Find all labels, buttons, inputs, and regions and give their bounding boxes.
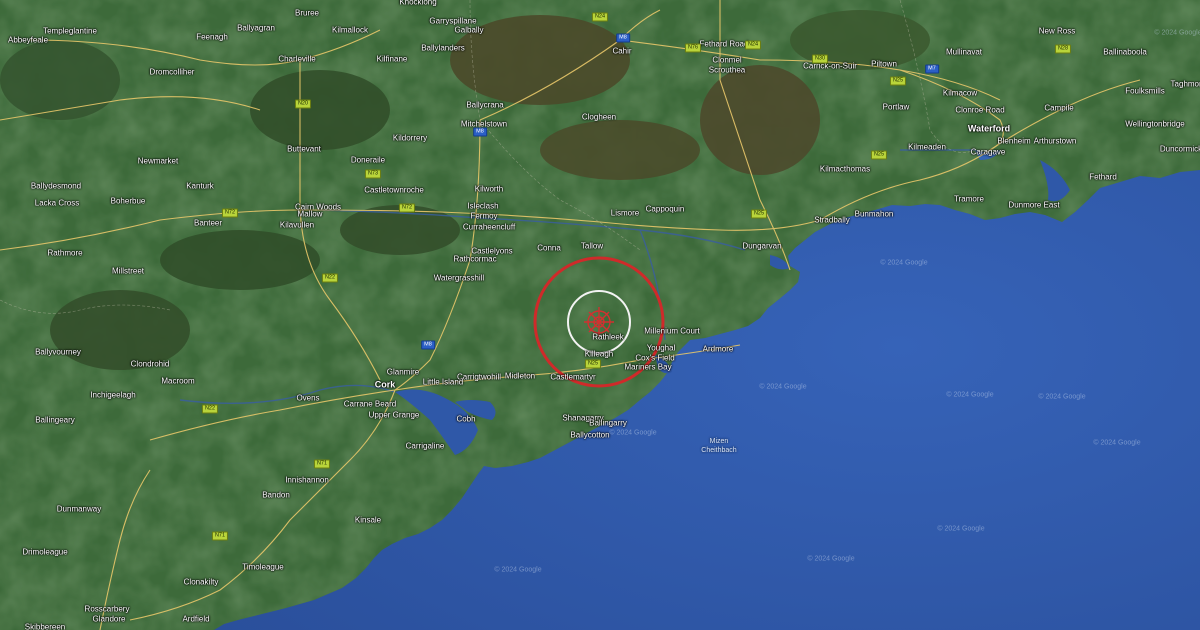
satellite-map[interactable]: Abbeyfeale Templeglantine Feenagh Ballyagra… — [0, 0, 1200, 630]
map-canvas[interactable] — [0, 0, 1200, 630]
